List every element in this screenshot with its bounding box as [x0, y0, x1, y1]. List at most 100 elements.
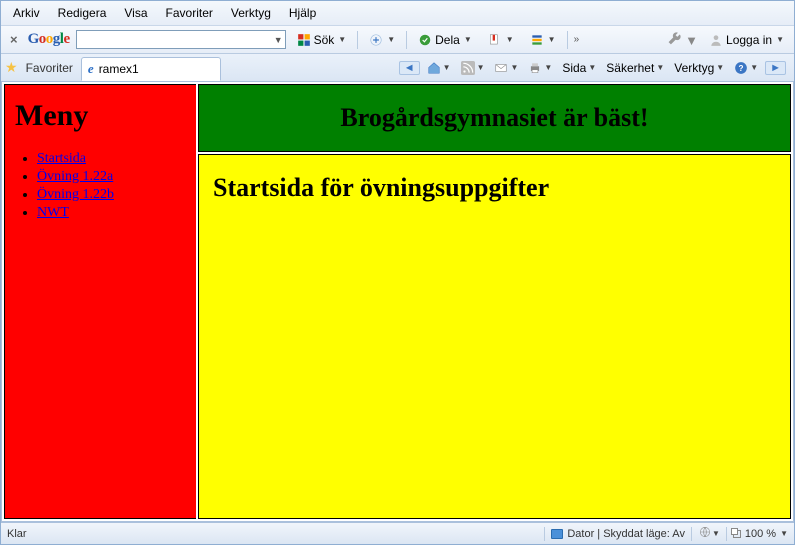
share-icon: [418, 33, 432, 47]
link-ovning-122a[interactable]: Övning 1.22a: [37, 169, 113, 184]
link-nwt[interactable]: NWT: [37, 205, 69, 220]
google-search-input[interactable]: ▼: [76, 30, 286, 49]
chevron-down-icon: ▼: [387, 35, 395, 44]
banner-frame: Brogårdsgymnasiet är bäst!: [198, 84, 791, 152]
tab-toolbar: ★ Favoriter e ramex1 ◄ ▼ ▼ ▼ ▼ Sida ▼ Sä…: [1, 54, 794, 82]
separator: [544, 527, 545, 541]
nav-forward-button[interactable]: ►: [765, 61, 786, 75]
chevron-down-icon: ▼: [548, 35, 556, 44]
favorites-label[interactable]: Favoriter: [26, 61, 73, 75]
chevron-down-icon: ▼: [685, 33, 698, 48]
highlight-button[interactable]: ▼: [525, 31, 561, 49]
right-frames: Brogårdsgymnasiet är bäst! Startsida för…: [198, 84, 791, 519]
mail-icon: [494, 61, 508, 75]
command-bar: ◄ ▼ ▼ ▼ ▼ Sida ▼ Säkerhet ▼ Verktyg ▼: [399, 60, 790, 76]
nav-back-button[interactable]: ◄: [399, 61, 420, 75]
share-button[interactable]: Dela ▼: [413, 31, 477, 49]
bookmark-button[interactable]: ▼: [483, 31, 519, 49]
chevron-down-icon[interactable]: ▼: [712, 529, 720, 538]
wrench-icon: [668, 31, 682, 45]
link-startsida[interactable]: Startsida: [37, 151, 86, 166]
chevron-down-icon: ▼: [510, 63, 518, 72]
google-toolbar: × Google ▼ Sök ▼ ▼ Dela ▼ ▼ ▼ » ▼ Logga …: [1, 26, 794, 54]
globe-icon: [698, 525, 712, 539]
tab-title: ramex1: [99, 62, 139, 76]
ie-icon: e: [88, 61, 94, 77]
page-label: Sida: [562, 61, 586, 75]
menu-verktyg[interactable]: Verktyg: [223, 4, 279, 22]
separator: [691, 527, 692, 541]
tools-label: Verktyg: [674, 61, 714, 75]
status-ready: Klar: [7, 528, 27, 540]
chevron-down-icon: ▼: [506, 35, 514, 44]
google-logo: Google: [28, 31, 70, 48]
printer-icon: [528, 61, 542, 75]
chevron-down-icon: ▼: [716, 63, 724, 72]
zoom-button[interactable]: 100 % ▼: [733, 528, 788, 540]
google-g-icon: [297, 33, 311, 47]
chevron-down-icon[interactable]: ▼: [274, 35, 283, 45]
list-item: Övning 1.22a: [37, 169, 186, 185]
status-zone: Dator | Skyddat läge: Av: [567, 528, 685, 540]
home-icon: [427, 61, 441, 75]
user-icon: [709, 33, 723, 47]
add-button[interactable]: ▼: [364, 31, 400, 49]
separator: [357, 31, 358, 49]
zoom-value: 100 %: [745, 528, 776, 540]
list-item: NWT: [37, 205, 186, 221]
main-frame: Startsida för övningsuppgifter: [198, 154, 791, 519]
menu-arkiv[interactable]: Arkiv: [5, 4, 48, 22]
chevron-down-icon: ▼: [443, 63, 451, 72]
separator: [567, 31, 568, 49]
chevron-down-icon: ▼: [656, 63, 664, 72]
security-label: Säkerhet: [606, 61, 654, 75]
settings-button[interactable]: ▼: [668, 31, 699, 48]
list-item: Startsida: [37, 151, 186, 167]
menu-frame: Meny Startsida Övning 1.22a Övning 1.22b…: [4, 84, 196, 519]
link-ovning-122b[interactable]: Övning 1.22b: [37, 187, 114, 202]
search-label: Sök: [314, 33, 335, 47]
star-icon[interactable]: ★: [5, 59, 18, 76]
overflow-button[interactable]: »: [574, 34, 578, 45]
main-heading: Startsida för övningsuppgifter: [213, 173, 776, 203]
banner-heading: Brogårdsgymnasiet är bäst!: [340, 103, 648, 133]
chevron-down-icon: ▼: [776, 35, 784, 44]
chevron-down-icon: ▼: [477, 63, 485, 72]
chevron-down-icon: ▼: [544, 63, 552, 72]
mail-button[interactable]: ▼: [491, 60, 521, 76]
tools-menu[interactable]: Verktyg ▼: [671, 60, 727, 76]
menu-bar: Arkiv Redigera Visa Favoriter Verktyg Hj…: [1, 1, 794, 26]
zoom-icon: [733, 530, 741, 538]
menu-redigera[interactable]: Redigera: [50, 4, 115, 22]
chevron-down-icon: ▼: [780, 529, 788, 538]
menu-favoriter[interactable]: Favoriter: [158, 4, 221, 22]
login-button[interactable]: Logga in ▼: [704, 31, 789, 49]
highlight-icon: [530, 33, 544, 47]
search-button[interactable]: Sök ▼: [292, 31, 352, 49]
menu-heading: Meny: [15, 99, 186, 133]
bookmark-icon: [488, 33, 502, 47]
page-content: Meny Startsida Övning 1.22a Övning 1.22b…: [1, 82, 794, 522]
feeds-button[interactable]: ▼: [458, 60, 488, 76]
print-button[interactable]: ▼: [525, 60, 555, 76]
browser-tab[interactable]: e ramex1: [81, 57, 221, 81]
close-toolbar-button[interactable]: ×: [6, 32, 22, 47]
chevron-down-icon: ▼: [750, 63, 758, 72]
computer-icon: [551, 529, 563, 539]
status-bar: Klar Dator | Skyddat läge: Av ▼ 100 % ▼: [1, 522, 794, 544]
home-button[interactable]: ▼: [424, 60, 454, 76]
protected-mode-button[interactable]: [698, 525, 712, 542]
menu-list: Startsida Övning 1.22a Övning 1.22b NWT: [15, 151, 186, 221]
menu-visa[interactable]: Visa: [116, 4, 155, 22]
chevron-down-icon: ▼: [338, 35, 346, 44]
security-menu[interactable]: Säkerhet ▼: [603, 60, 667, 76]
separator: [406, 31, 407, 49]
share-label: Dela: [435, 33, 460, 47]
rss-icon: [461, 61, 475, 75]
help-button[interactable]: ? ▼: [731, 60, 761, 76]
svg-text:?: ?: [739, 63, 744, 72]
login-label: Logga in: [726, 33, 772, 47]
page-menu[interactable]: Sida ▼: [559, 60, 599, 76]
separator: [726, 527, 727, 541]
menu-hjalp[interactable]: Hjälp: [281, 4, 324, 22]
